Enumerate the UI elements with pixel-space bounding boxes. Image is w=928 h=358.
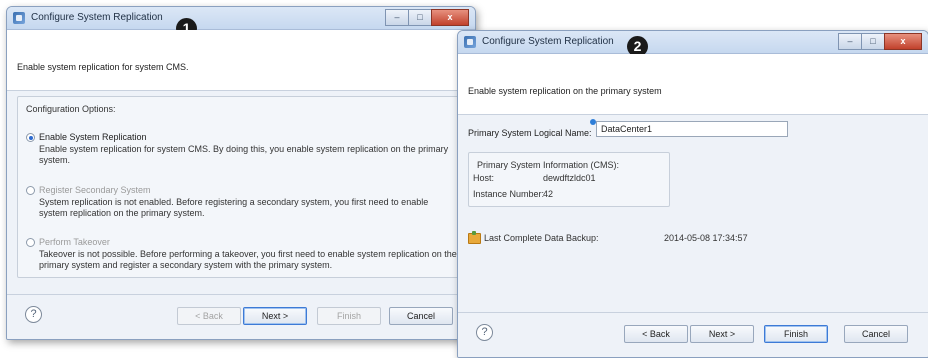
logical-name-input[interactable] bbox=[596, 121, 788, 137]
back-button[interactable]: < Back bbox=[624, 325, 688, 343]
back-button: < Back bbox=[177, 307, 241, 325]
radio-register-secondary bbox=[26, 186, 35, 195]
host-value: dewdftzldc01 bbox=[543, 173, 596, 183]
help-icon[interactable]: ? bbox=[25, 306, 42, 323]
minimize-button[interactable]: – bbox=[385, 9, 409, 26]
primary-system-info-group: Primary System Information (CMS): Host: … bbox=[468, 152, 670, 207]
header-description: Enable system replication for system CMS… bbox=[17, 62, 189, 72]
help-icon[interactable]: ? bbox=[476, 324, 493, 341]
configure-replication-dialog-step2: Configure System Replication – □ x 2 Ena… bbox=[457, 30, 928, 358]
option-perform-takeover: Perform Takeover Takeover is not possibl… bbox=[26, 237, 458, 271]
title-bar[interactable]: Configure System Replication – □ x bbox=[458, 31, 928, 54]
cancel-button[interactable]: Cancel bbox=[389, 307, 453, 325]
app-icon bbox=[464, 36, 476, 48]
maximize-button[interactable]: □ bbox=[861, 33, 885, 50]
window-title: Configure System Replication bbox=[31, 12, 163, 23]
option-description: Enable system replication for system CMS… bbox=[39, 144, 449, 165]
dialog-header: Enable system replication for system CMS… bbox=[7, 30, 475, 91]
close-button[interactable]: x bbox=[431, 9, 469, 26]
group-legend: Configuration Options: bbox=[26, 104, 116, 114]
last-backup-value: 2014-05-08 17:34:57 bbox=[664, 233, 748, 243]
close-button[interactable]: x bbox=[884, 33, 922, 50]
instance-number-value: 42 bbox=[543, 189, 554, 199]
cancel-button[interactable]: Cancel bbox=[844, 325, 908, 343]
instance-number-label: Instance Number: bbox=[473, 189, 545, 199]
app-icon bbox=[13, 12, 25, 24]
radio-enable-replication[interactable] bbox=[26, 133, 35, 142]
window-title: Configure System Replication bbox=[482, 36, 614, 47]
option-label[interactable]: Enable System Replication bbox=[39, 132, 147, 142]
title-bar[interactable]: Configure System Replication – □ x bbox=[7, 7, 475, 30]
configuration-options-group: Configuration Options: Enable System Rep… bbox=[17, 96, 465, 278]
finish-button[interactable]: Finish bbox=[764, 325, 828, 343]
dialog-header: Enable system replication on the primary… bbox=[458, 54, 928, 115]
backup-icon bbox=[468, 231, 481, 244]
configure-replication-dialog-step1: Configure System Replication – □ x 1 Ena… bbox=[6, 6, 476, 340]
host-label: Host: bbox=[473, 173, 495, 183]
minimize-button[interactable]: – bbox=[838, 33, 862, 50]
logical-name-label: Primary System Logical Name: bbox=[468, 128, 592, 138]
next-button[interactable]: Next > bbox=[243, 307, 307, 325]
option-description: Takeover is not possible. Before perform… bbox=[39, 249, 457, 270]
last-backup-label: Last Complete Data Backup: bbox=[484, 233, 599, 243]
next-button[interactable]: Next > bbox=[690, 325, 754, 343]
option-description: System replication is not enabled. Befor… bbox=[39, 197, 429, 218]
finish-button: Finish bbox=[317, 307, 381, 325]
option-enable-replication: Enable System Replication Enable system … bbox=[26, 132, 458, 166]
maximize-button[interactable]: □ bbox=[408, 9, 432, 26]
radio-perform-takeover bbox=[26, 238, 35, 247]
option-register-secondary: Register Secondary System System replica… bbox=[26, 185, 458, 219]
header-description: Enable system replication on the primary… bbox=[468, 86, 662, 96]
option-label: Register Secondary System bbox=[39, 185, 151, 195]
group-legend: Primary System Information (CMS): bbox=[477, 160, 620, 170]
option-label: Perform Takeover bbox=[39, 237, 110, 247]
dialog-footer: ? < Back Next > Finish Cancel bbox=[458, 312, 928, 357]
dialog-footer: ? < Back Next > Finish Cancel bbox=[7, 294, 475, 339]
